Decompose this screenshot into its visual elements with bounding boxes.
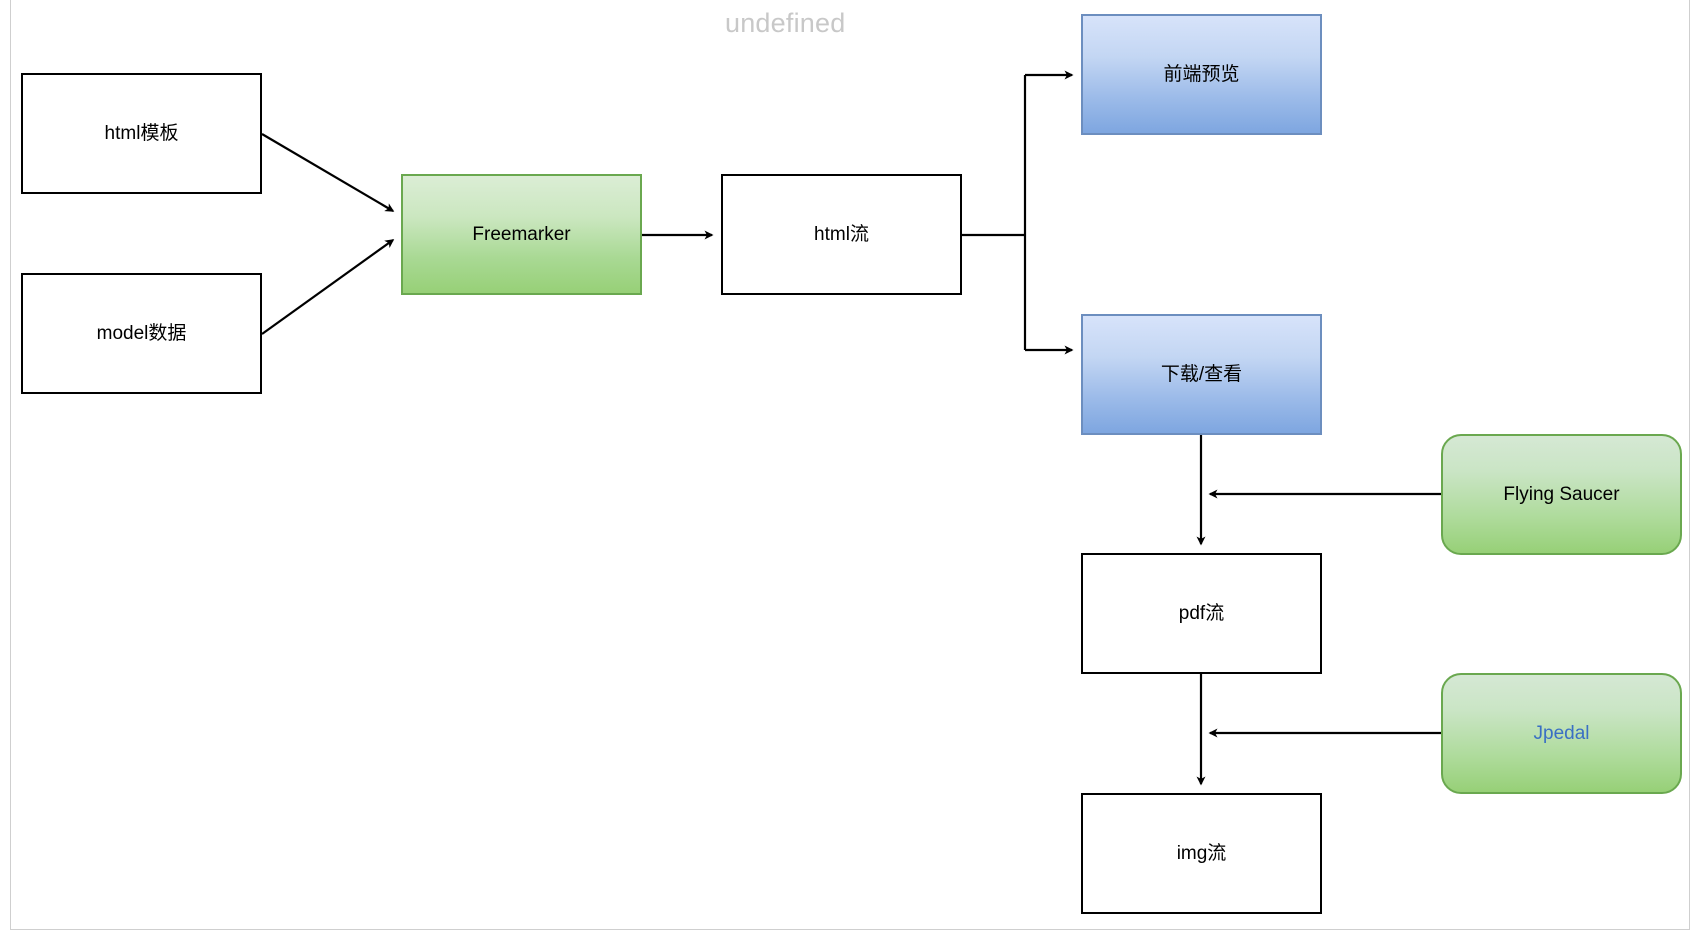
node-frontend-preview-label: 前端预览 bbox=[1163, 63, 1240, 85]
node-pdf-stream-label: pdf流 bbox=[1178, 602, 1225, 624]
node-flying-saucer-label: Flying Saucer bbox=[1503, 483, 1620, 505]
node-flying-saucer[interactable]: Flying Saucer bbox=[1441, 434, 1682, 555]
node-jpedal-label[interactable]: Jpedal bbox=[1534, 722, 1590, 746]
node-img-stream[interactable]: img流 bbox=[1081, 793, 1322, 914]
node-pdf-stream[interactable]: pdf流 bbox=[1081, 553, 1322, 674]
node-model-data[interactable]: model数据 bbox=[21, 273, 262, 394]
node-img-stream-label: img流 bbox=[1176, 842, 1227, 864]
edge-model-data-to-freemarker bbox=[261, 239, 395, 335]
edge-html-template-to-freemarker bbox=[261, 133, 395, 212]
node-freemarker[interactable]: Freemarker bbox=[401, 174, 642, 295]
node-frontend-preview[interactable]: 前端预览 bbox=[1081, 14, 1322, 135]
diagram-title-watermark: undefined bbox=[725, 8, 846, 38]
node-freemarker-label: Freemarker bbox=[472, 223, 571, 245]
node-html-template[interactable]: html模板 bbox=[21, 73, 262, 194]
diagram-canvas: undefined html模板 model数据 Freemarker html… bbox=[0, 0, 1702, 938]
node-download-view-label: 下载/查看 bbox=[1160, 363, 1243, 385]
node-model-data-label: model数据 bbox=[96, 322, 187, 344]
node-html-stream-label: html流 bbox=[814, 223, 869, 245]
node-jpedal[interactable]: Jpedal bbox=[1441, 673, 1682, 794]
node-html-template-label: html模板 bbox=[104, 122, 179, 144]
node-html-stream[interactable]: html流 bbox=[721, 174, 962, 295]
node-download-view[interactable]: 下载/查看 bbox=[1081, 314, 1322, 435]
